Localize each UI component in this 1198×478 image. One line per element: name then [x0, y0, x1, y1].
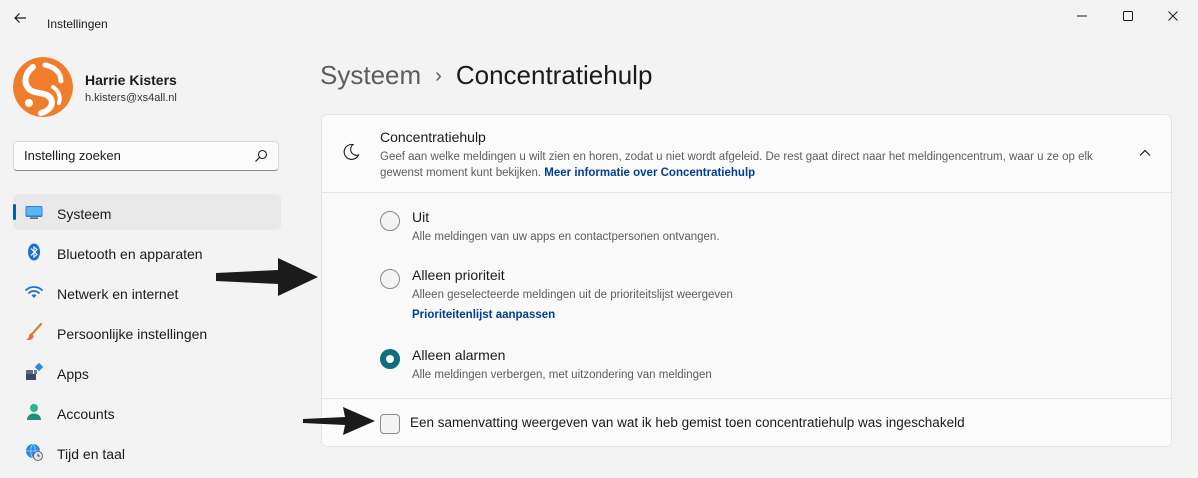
minimize-icon	[1077, 15, 1087, 17]
radio-uit[interactable]	[380, 211, 400, 231]
search-icon[interactable]	[254, 149, 268, 163]
globe-clock-icon	[26, 443, 43, 461]
title-bar: Instellingen	[0, 0, 1198, 34]
option-description: Alle meldingen van uw apps en contactper…	[412, 231, 720, 243]
brush-icon	[26, 323, 43, 341]
option-description: Alle meldingen verbergen, met uitzonderi…	[412, 369, 712, 381]
summary-row: Een samenvatting weergeven van wat ik he…	[322, 398, 1171, 446]
app-title: Instellingen	[47, 17, 108, 31]
sidebar-item-label: Apps	[57, 366, 89, 382]
option-label: Alleen prioriteit	[412, 267, 505, 283]
arrow-left-icon	[14, 13, 26, 23]
avatar[interactable]	[13, 57, 73, 117]
sidebar-item-label: Persoonlijke instellingen	[57, 326, 208, 342]
radio-alleen-alarmen[interactable]	[380, 349, 400, 369]
sidebar-item-label: Systeem	[57, 206, 112, 222]
bluetooth-icon	[28, 243, 40, 261]
maximize-icon	[1123, 11, 1133, 21]
breadcrumb-parent[interactable]: Systeem	[320, 60, 421, 90]
option-description: Alleen geselecteerde meldingen uit de pr…	[412, 289, 733, 301]
sidebar-item-label: Tijd en taal	[57, 446, 125, 462]
search-input[interactable]	[24, 148, 244, 163]
annotation-arrow-icon	[303, 407, 375, 435]
focus-assist-description: Geef aan welke meldingen u wilt zien en …	[380, 149, 1130, 181]
search-box[interactable]	[13, 141, 279, 171]
annotation-arrow-icon	[216, 258, 318, 296]
sidebar-item-label: Accounts	[57, 406, 115, 422]
wifi-icon	[25, 286, 43, 298]
sidebar-item-persoonlijk[interactable]: Persoonlijke instellingen	[13, 314, 281, 350]
option-label: Uit	[412, 209, 430, 225]
sidebar-item-systeem[interactable]: Systeem	[13, 194, 281, 230]
focus-assist-card: Concentratiehulp Geef aan welke meldinge…	[321, 114, 1172, 447]
summary-checkbox[interactable]	[380, 414, 400, 434]
priority-list-link[interactable]: Prioriteitenlijst aanpassen	[412, 309, 555, 321]
option-label: Alleen alarmen	[412, 347, 506, 363]
person-icon	[27, 404, 41, 420]
focus-assist-header[interactable]: Concentratiehulp Geef aan welke meldinge…	[322, 115, 1171, 193]
page-title: Concentratiehulp	[455, 60, 653, 90]
learn-more-link[interactable]: Meer informatie over Concentratiehulp	[544, 167, 755, 179]
breadcrumb: Systeem › Concentratiehulp	[320, 58, 652, 95]
focus-options: Uit Alle meldingen van uw apps en contac…	[322, 193, 1171, 397]
back-button[interactable]	[10, 8, 30, 28]
sidebar-item-apps[interactable]: Apps	[13, 354, 281, 390]
sidebar-item-tijd-taal[interactable]: Tijd en taal	[13, 434, 281, 470]
sidebar-item-label: Bluetooth en apparaten	[57, 246, 203, 262]
close-button[interactable]	[1158, 4, 1188, 28]
sidebar-nav: Systeem Bluetooth en apparaten Netwerk e…	[13, 194, 281, 474]
breadcrumb-separator: ›	[435, 65, 442, 87]
avatar-logo-icon	[13, 57, 73, 117]
minimize-button[interactable]	[1067, 4, 1097, 28]
monitor-icon	[25, 206, 43, 219]
moon-icon	[343, 143, 360, 160]
chevron-up-icon[interactable]	[1137, 145, 1153, 161]
sidebar-item-label: Netwerk en internet	[57, 286, 179, 302]
user-name: Harrie Kisters	[85, 72, 177, 88]
focus-assist-title: Concentratiehulp	[380, 129, 486, 145]
sidebar-item-accounts[interactable]: Accounts	[13, 394, 281, 430]
summary-checkbox-label[interactable]: Een samenvatting weergeven van wat ik he…	[410, 415, 965, 430]
user-email: h.kisters@xs4all.nl	[85, 92, 177, 104]
close-icon	[1168, 11, 1178, 21]
maximize-button[interactable]	[1113, 4, 1143, 28]
selection-indicator	[13, 204, 16, 220]
radio-alleen-prioriteit[interactable]	[380, 269, 400, 289]
apps-icon	[26, 363, 43, 380]
